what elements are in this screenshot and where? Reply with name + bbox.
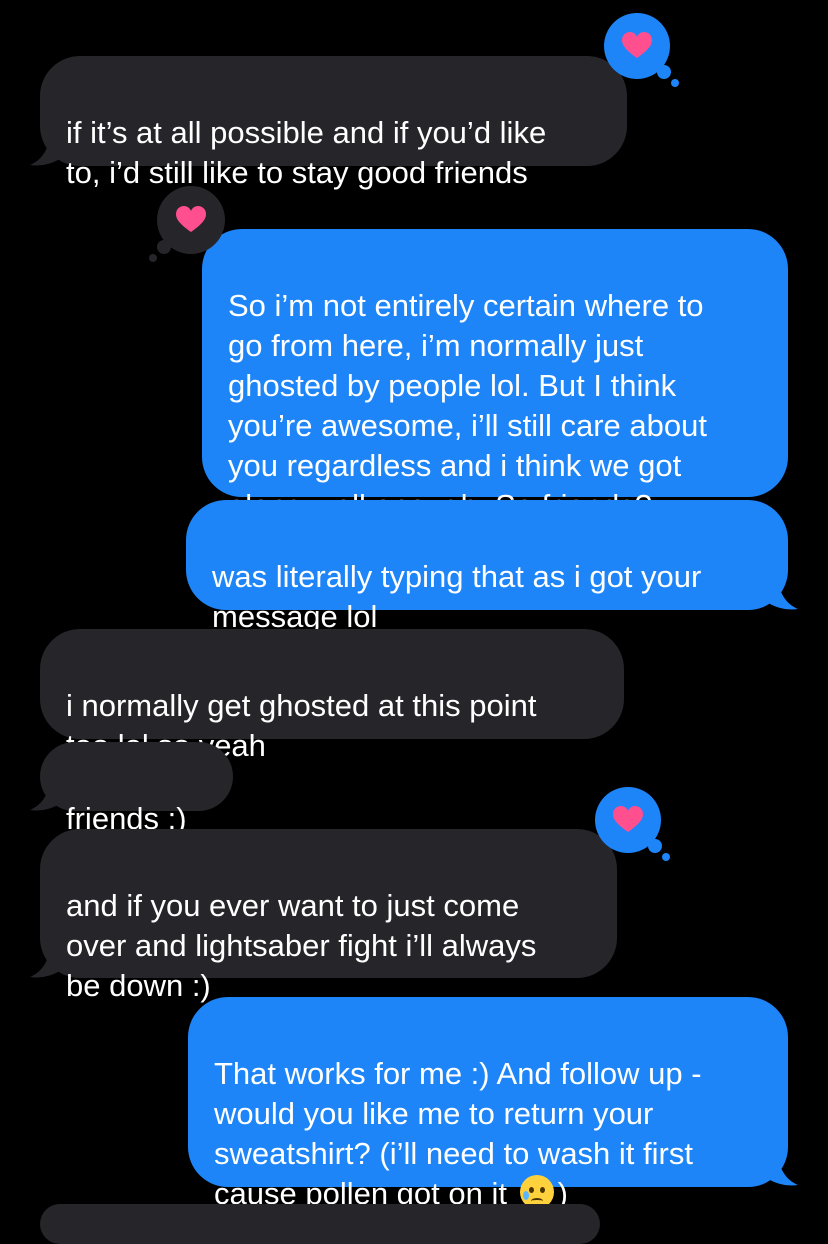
incoming-message-bubble-partial[interactable]	[40, 1204, 600, 1244]
incoming-message-bubble[interactable]: friends :)	[40, 742, 233, 836]
message-text: and if you ever want to just come over a…	[66, 888, 537, 1003]
outgoing-message-bubble[interactable]: was literally typing that as i got your …	[186, 500, 788, 634]
bubble-tail	[30, 132, 66, 166]
bubble-tail	[762, 576, 798, 610]
message-text: That works for me :) And follow up - wou…	[214, 1056, 702, 1211]
bubble-tail	[30, 777, 66, 811]
incoming-message-bubble[interactable]: and if you ever want to just come over a…	[40, 829, 617, 1003]
heart-reaction-icon[interactable]	[592, 786, 676, 864]
message-thread: if it’s at all possible and if you’d lik…	[0, 0, 828, 1244]
message-text: So i’m not entirely certain where to go …	[228, 288, 707, 523]
incoming-message-bubble[interactable]: if it’s at all possible and if you’d lik…	[40, 56, 627, 190]
bubble-tail	[762, 1152, 798, 1186]
message-text: was literally typing that as i got your …	[212, 559, 702, 634]
heart-reaction-icon[interactable]	[144, 183, 228, 265]
heart-reaction-icon[interactable]	[600, 12, 684, 90]
message-text: if it’s at all possible and if you’d lik…	[66, 115, 547, 190]
incoming-message-bubble[interactable]: i normally get ghosted at this point too…	[40, 629, 624, 763]
outgoing-message-bubble[interactable]: That works for me :) And follow up - wou…	[188, 997, 788, 1211]
outgoing-message-bubble[interactable]: So i’m not entirely certain where to go …	[202, 229, 788, 523]
bubble-tail	[30, 944, 66, 978]
